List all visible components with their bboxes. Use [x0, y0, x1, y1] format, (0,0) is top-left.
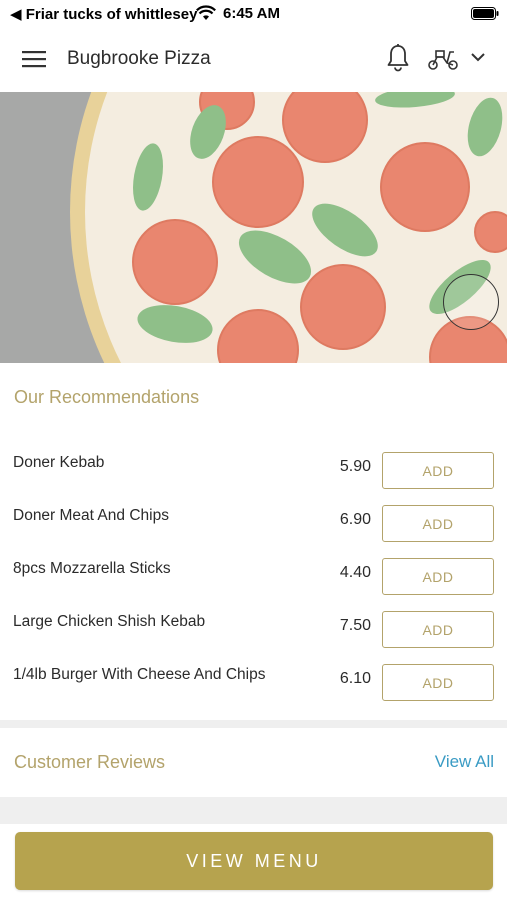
item-name: 8pcs Mozzarella Sticks — [13, 560, 171, 577]
item-price: 4.40 — [339, 564, 371, 581]
add-button[interactable]: ADD — [382, 664, 494, 701]
scooter-icon[interactable] — [427, 47, 459, 71]
list-item: 1/4lb Burger With Cheese And Chips 6.10 … — [0, 660, 507, 713]
section-divider — [0, 720, 507, 728]
view-menu-button[interactable]: VIEW MENU — [15, 832, 493, 890]
add-button[interactable]: ADD — [382, 611, 494, 648]
item-name: 1/4lb Burger With Cheese And Chips — [13, 666, 266, 683]
bell-icon[interactable] — [386, 44, 410, 72]
recommendations-list: Doner Kebab 5.90 ADD Doner Meat And Chip… — [0, 448, 507, 713]
menu-icon[interactable] — [22, 50, 46, 68]
recommendations-title: Our Recommendations — [14, 387, 200, 407]
app-header: Bugbrooke Pizza — [0, 28, 507, 92]
pizza-banner-image — [0, 92, 507, 363]
page-title: Bugbrooke Pizza — [67, 48, 211, 69]
list-item: Doner Kebab 5.90 ADD — [0, 448, 507, 501]
wifi-icon — [196, 5, 216, 20]
status-bar: ◀ Friar tucks of whittlesey 6:45 AM — [0, 0, 507, 28]
list-item: Doner Meat And Chips 6.90 ADD — [0, 501, 507, 554]
item-price: 7.50 — [339, 617, 371, 634]
chevron-down-icon[interactable] — [469, 50, 487, 64]
item-name: Doner Kebab — [13, 454, 105, 471]
back-to-app-link[interactable]: ◀ Friar tucks of whittlesey — [10, 5, 197, 23]
item-price: 6.90 — [339, 511, 371, 528]
bottom-bar: VIEW MENU — [0, 824, 507, 900]
add-button[interactable]: ADD — [382, 558, 494, 595]
list-item: Large Chicken Shish Kebab 7.50 ADD — [0, 607, 507, 660]
status-time: 6:45 AM — [223, 5, 280, 22]
hero-banner — [0, 92, 507, 363]
view-all-reviews-link[interactable]: View All — [435, 752, 494, 772]
item-price: 6.10 — [339, 670, 371, 687]
list-item: 8pcs Mozzarella Sticks 4.40 ADD — [0, 554, 507, 607]
carousel-indicator[interactable] — [443, 274, 499, 330]
item-name: Large Chicken Shish Kebab — [13, 613, 206, 630]
item-name: Doner Meat And Chips — [13, 507, 169, 524]
reviews-title: Customer Reviews — [14, 752, 166, 772]
battery-icon — [471, 7, 499, 20]
section-divider — [0, 797, 507, 824]
item-price: 5.90 — [339, 458, 371, 475]
add-button[interactable]: ADD — [382, 452, 494, 489]
add-button[interactable]: ADD — [382, 505, 494, 542]
